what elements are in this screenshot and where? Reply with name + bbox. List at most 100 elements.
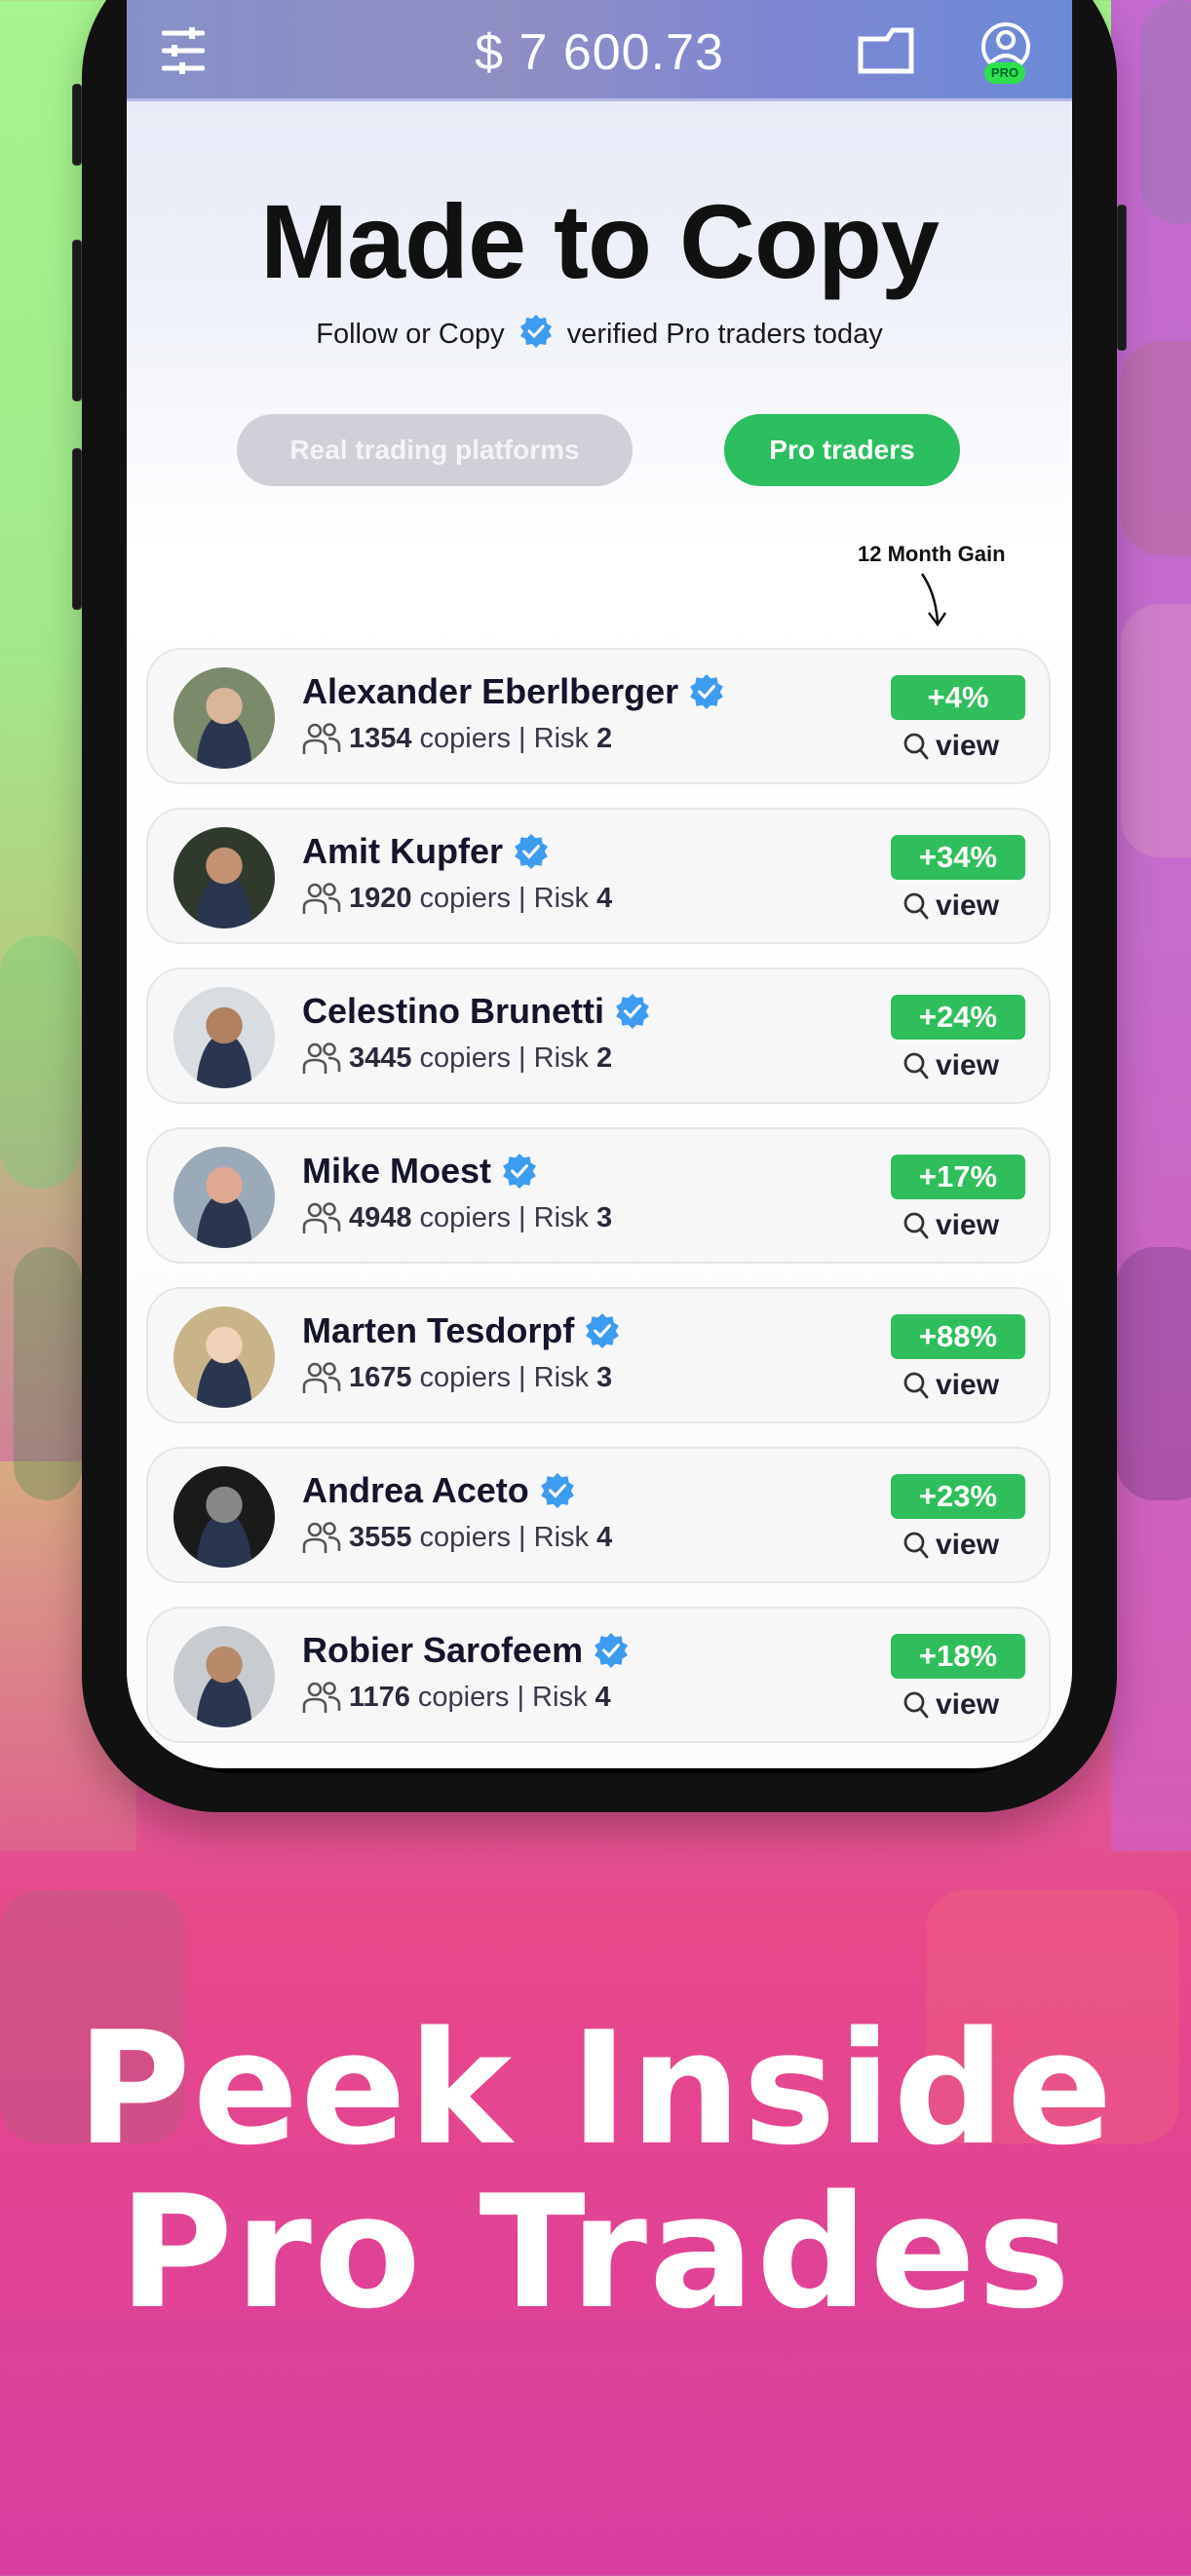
copiers-label: copiers | Risk <box>419 1201 590 1233</box>
trader-card[interactable]: Mike Moest 4948 copiers | Risk 3 +17% view <box>146 1127 1051 1264</box>
trader-name: Andrea Aceto <box>302 1470 576 1511</box>
users-icon <box>302 1201 341 1234</box>
view-label: view <box>936 890 1000 922</box>
subtitle-text-after: verified Pro traders today <box>566 319 883 350</box>
verified-badge-icon <box>501 1153 538 1190</box>
copiers-label: copiers | Risk <box>419 882 590 914</box>
view-button[interactable]: view <box>903 1209 999 1242</box>
view-button[interactable]: view <box>903 730 999 763</box>
search-icon <box>903 1690 930 1720</box>
trader-avatar <box>173 667 275 769</box>
view-label: view <box>936 1688 1000 1721</box>
copiers-label: copiers | Risk <box>419 1361 590 1393</box>
risk-value: 3 <box>596 1201 613 1233</box>
background-app-tile <box>14 1247 82 1500</box>
folder-icon[interactable] <box>858 27 914 79</box>
account-balance: $ 7 600.73 <box>475 24 724 81</box>
phone-side-button <box>72 240 82 401</box>
page-title: Made to Copy <box>259 182 940 300</box>
view-button[interactable]: view <box>903 1369 999 1402</box>
trader-name-text: Mike Moest <box>302 1151 492 1191</box>
trader-name: Marten Tesdorpf <box>302 1310 621 1351</box>
view-button[interactable]: view <box>903 890 999 923</box>
trader-card[interactable]: Andrea Aceto 3555 copiers | Risk 4 +23% view <box>146 1447 1051 1583</box>
trader-avatar <box>173 1466 275 1568</box>
copiers-count: 4948 <box>349 1201 412 1233</box>
risk-value: 4 <box>595 1681 611 1713</box>
copiers-count: 1354 <box>349 722 412 754</box>
trader-card[interactable]: Celestino Brunetti 3445 copiers | Risk 2 +24… <box>146 967 1051 1104</box>
gain-badge: +88% <box>891 1314 1025 1359</box>
search-icon <box>903 1211 930 1240</box>
trader-avatar <box>173 1626 275 1727</box>
search-icon <box>903 1051 930 1080</box>
verified-badge-icon <box>593 1632 630 1669</box>
view-button[interactable]: view <box>903 1688 999 1722</box>
trader-name-text: Robier Sarofeem <box>302 1630 584 1670</box>
trader-stats: 1354 copiers | Risk 2 <box>302 722 612 755</box>
trader-name: Amit Kupfer <box>302 831 550 872</box>
gain-badge: +34% <box>891 835 1025 880</box>
promo-line-2: Pro Trades <box>118 2161 1073 2343</box>
trader-name: Alexander Eberlberger <box>302 671 725 712</box>
trader-name: Celestino Brunetti <box>302 991 651 1032</box>
tab-pro-traders[interactable]: Pro traders <box>724 414 960 486</box>
tab-real-trading-platforms[interactable]: Real trading platforms <box>237 414 633 486</box>
copiers-count: 1675 <box>349 1361 412 1393</box>
gain-badge: +17% <box>891 1155 1025 1199</box>
trader-stats: 1675 copiers | Risk 3 <box>302 1361 612 1394</box>
trader-card[interactable]: Marten Tesdorpf 1675 copiers | Risk 3 +88% vi… <box>146 1287 1051 1423</box>
page-subtitle: Follow or Copy verified Pro traders toda… <box>127 314 1072 357</box>
users-icon <box>302 1042 341 1075</box>
background-app-tile <box>1116 1247 1191 1500</box>
trader-name-text: Alexander Eberlberger <box>302 671 679 711</box>
risk-value: 4 <box>596 1521 613 1553</box>
users-icon <box>302 1361 341 1394</box>
view-label: view <box>936 1369 1000 1401</box>
copiers-label: copiers | Risk <box>419 722 590 754</box>
background-app-tile <box>1121 604 1191 857</box>
background-app-tile <box>0 935 80 1189</box>
view-label: view <box>936 1049 1000 1081</box>
app-screen: $ 7 600.73 PRO Made to Copy Follow or Co… <box>127 0 1072 1768</box>
trader-stats: 1920 copiers | Risk 4 <box>302 882 612 915</box>
verified-badge-icon <box>614 993 651 1030</box>
view-button[interactable]: view <box>903 1049 999 1082</box>
verified-badge-icon <box>584 1312 621 1349</box>
users-icon <box>302 882 341 915</box>
verified-badge-icon <box>539 1472 576 1509</box>
trader-name: Mike Moest <box>302 1151 538 1192</box>
users-icon <box>302 722 341 755</box>
trader-card[interactable]: Robier Sarofeem 1176 copiers | Risk 4 +18% vi… <box>146 1607 1051 1743</box>
view-button[interactable]: view <box>903 1529 999 1562</box>
risk-value: 2 <box>596 1042 613 1074</box>
trader-name-text: Marten Tesdorpf <box>302 1310 575 1350</box>
background-app-tile <box>1121 341 1191 555</box>
view-label: view <box>936 1209 1000 1241</box>
trader-card[interactable]: Amit Kupfer 1920 copiers | Risk 4 +34% view <box>146 808 1051 944</box>
trader-card[interactable]: Alexander Eberlberger 1354 copiers | Risk 2… <box>146 648 1051 784</box>
promo-line-1: Peek Inside <box>76 1997 1115 2179</box>
phone-side-button <box>72 448 82 610</box>
users-icon <box>302 1681 341 1714</box>
risk-value: 3 <box>596 1361 613 1393</box>
trader-avatar <box>173 827 275 928</box>
trader-stats: 3555 copiers | Risk 4 <box>302 1521 612 1554</box>
risk-value: 4 <box>596 882 613 914</box>
copiers-label: copiers | Risk <box>419 1521 590 1553</box>
gain-badge: +18% <box>891 1634 1025 1679</box>
gain-column-label: 12 Month Gain <box>858 542 1006 566</box>
copiers-count: 1176 <box>349 1681 410 1713</box>
gain-badge: +4% <box>891 675 1025 720</box>
copiers-label: copiers | Risk <box>419 1042 590 1074</box>
verified-badge-icon <box>688 673 725 710</box>
pro-badge: PRO <box>984 62 1025 84</box>
trader-name: Robier Sarofeem <box>302 1630 630 1671</box>
trader-stats: 3445 copiers | Risk 2 <box>302 1042 612 1075</box>
view-label: view <box>936 1529 1000 1561</box>
trader-name-text: Celestino Brunetti <box>302 991 605 1031</box>
search-icon <box>903 1531 930 1560</box>
verified-badge-icon <box>513 833 550 870</box>
trader-stats: 1176 copiers | Risk 4 <box>302 1681 611 1714</box>
phone-side-button <box>1117 205 1127 351</box>
